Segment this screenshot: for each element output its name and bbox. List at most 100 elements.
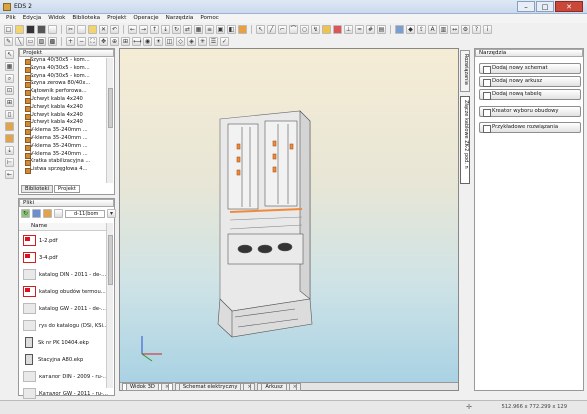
close-tab-icon[interactable]: × <box>243 383 252 391</box>
page-icon[interactable]: ▯ <box>5 110 14 119</box>
menu-narzedzia[interactable]: Narzędzia <box>166 14 194 23</box>
name-column-header[interactable]: Name <box>19 223 109 231</box>
tree-item[interactable]: Szyna 40/30x5 - kom... <box>19 65 107 73</box>
tree-item[interactable]: Uchwyt kabla 4x240 <box>19 112 107 120</box>
down-arrow-icon[interactable]: ⇣ <box>5 146 14 155</box>
mirror-icon[interactable]: ⇄ <box>183 24 192 34</box>
zoom-out-icon[interactable]: − <box>77 36 86 46</box>
close-tab-icon[interactable]: × <box>160 383 169 391</box>
tab-schemat-elektryczny[interactable]: Schemat elektryczny × <box>174 383 256 391</box>
path-field[interactable]: d-11(bom <box>65 209 105 218</box>
close-tab-icon[interactable]: × <box>288 383 297 391</box>
folder-icon[interactable] <box>5 122 14 131</box>
file-item[interactable]: katalog GW - 2011 - de-... <box>19 300 109 317</box>
arrow-up-icon[interactable]: ↑ <box>150 24 159 34</box>
view-3d-icon[interactable] <box>395 24 404 34</box>
rotate-icon[interactable]: ↻ <box>172 24 181 34</box>
component-icon[interactable] <box>238 24 247 34</box>
split-icon[interactable]: ⊢ <box>5 158 14 167</box>
add-table-button[interactable]: Dodaj nową tabelę <box>479 89 581 100</box>
magnify-icon[interactable]: ⌕ <box>5 74 14 83</box>
layers-icon[interactable]: ◧ <box>227 24 236 34</box>
arrow-left-icon[interactable]: ← <box>128 24 137 34</box>
shade-icon[interactable]: ◈ <box>187 36 196 46</box>
menu-pomoc[interactable]: Pomoc <box>200 14 219 23</box>
report-icon[interactable]: ▤ <box>377 24 386 34</box>
text-tool-icon[interactable]: A <box>428 24 437 34</box>
camera-icon[interactable]: ◉ <box>143 36 152 46</box>
bom-icon[interactable]: ☰ <box>209 36 218 46</box>
hatch-icon[interactable]: ▩ <box>48 36 57 46</box>
bolt-icon[interactable] <box>322 24 331 34</box>
menu-edycja[interactable]: Edycja <box>23 14 41 23</box>
explode-icon[interactable]: ✳ <box>198 36 207 46</box>
zoom-fit-icon[interactable]: ⛶ <box>88 36 97 46</box>
ortho-icon[interactable]: ⊞ <box>121 36 130 46</box>
tree-item[interactable]: V-klema 35-240mm ... <box>19 143 107 151</box>
tree-item[interactable]: V-klema 35-240mm ... <box>19 151 107 159</box>
align-icon[interactable]: ≡ <box>205 24 214 34</box>
menu-plik[interactable]: Plik <box>6 14 16 23</box>
file-item[interactable]: 3-4.pdf <box>19 249 109 266</box>
arrow-right-icon[interactable]: → <box>139 24 148 34</box>
file-item[interactable]: rys do katalogu (DSi, KSi... <box>19 317 109 334</box>
group-icon[interactable]: ▣ <box>216 24 225 34</box>
pencil-icon[interactable]: ✎ <box>4 36 13 46</box>
new-icon[interactable]: □ <box>4 24 13 34</box>
paste-icon[interactable] <box>88 24 97 34</box>
zoom-window-icon[interactable]: ⊡ <box>5 86 14 95</box>
measure-icon[interactable]: ⟷ <box>132 36 142 46</box>
example-solutions-button[interactable]: Przykładowe rozwiązania <box>479 122 581 133</box>
close-button[interactable]: ✕ <box>555 1 583 12</box>
check-icon[interactable]: ✓ <box>220 36 229 46</box>
drive-icon[interactable] <box>54 209 63 218</box>
symbol-icon[interactable] <box>333 24 342 34</box>
pointer-icon[interactable]: ↖ <box>5 50 14 59</box>
tree-item[interactable]: Uchwyt kabla 4x240 <box>19 104 107 112</box>
minimize-button[interactable]: – <box>517 1 535 12</box>
dimension-icon[interactable]: ↔ <box>450 24 459 34</box>
files-scrollbar[interactable] <box>106 223 113 388</box>
circle-icon[interactable]: ○ <box>300 24 309 34</box>
menu-operacje[interactable]: Operacje <box>133 14 158 23</box>
open-icon[interactable] <box>15 24 24 34</box>
grid-view-icon[interactable]: ▦ <box>5 62 14 71</box>
tree-item[interactable]: Kątownik perforowa... <box>19 88 107 96</box>
tab-biblioteki[interactable]: Biblioteki <box>21 185 54 193</box>
maximize-button[interactable]: □ <box>536 1 554 12</box>
undo-icon[interactable]: ↶ <box>110 24 119 34</box>
refresh-icon[interactable]: ↻ <box>21 209 30 218</box>
tab-projekt[interactable]: Projekt <box>54 185 80 193</box>
tree-item[interactable]: Listwa sprzęgłowa 4... <box>19 166 107 174</box>
info-icon[interactable]: i <box>483 24 492 34</box>
polyline-icon[interactable]: ⌐ <box>278 24 287 34</box>
project-scrollbar[interactable] <box>106 58 113 183</box>
home-icon[interactable] <box>32 209 41 218</box>
cut-icon[interactable]: ✂ <box>66 24 75 34</box>
scrollbar-thumb[interactable] <box>108 88 113 128</box>
pan-icon[interactable]: ✥ <box>99 36 108 46</box>
scrollbar-thumb[interactable] <box>108 235 113 285</box>
arrow-down-icon[interactable]: ↓ <box>161 24 170 34</box>
menu-biblioteka[interactable]: Biblioteka <box>72 14 100 23</box>
delete-icon[interactable]: ✕ <box>99 24 108 34</box>
connect-icon[interactable]: ↯ <box>311 24 320 34</box>
tab-arkusz[interactable]: Arkusz × <box>257 383 301 391</box>
viewport-3d[interactable] <box>120 49 458 383</box>
file-item[interactable]: Stacyjna A80.ekp <box>19 351 109 368</box>
tree-item[interactable]: Uchwyt kabla 4x240 <box>19 119 107 128</box>
tree-item[interactable]: Szyna 40/30x5 - kom... <box>19 73 107 81</box>
snap-icon[interactable]: ⊕ <box>110 36 119 46</box>
table-icon[interactable]: ▥ <box>439 24 448 34</box>
file-item[interactable]: Sk nr PK 10404.ekp <box>19 334 109 351</box>
terminal-icon[interactable]: ⊥ <box>344 24 353 34</box>
help-icon[interactable]: ? <box>472 24 481 34</box>
file-item[interactable]: каталог DIN - 2009 - ru-... <box>19 368 109 385</box>
zoom-in-icon[interactable]: + <box>66 36 75 46</box>
settings-icon[interactable]: ⚙ <box>461 24 470 34</box>
tree-item[interactable]: V-klema 35-240mm ... <box>19 135 107 143</box>
tab-zlacze-kablowe[interactable]: Złącze kablowe ZK-2 pod. n <box>460 96 470 184</box>
line-icon[interactable]: ╲ <box>15 36 24 46</box>
tab-rozwiazania[interactable]: Rozwiązania <box>460 50 470 92</box>
file-item[interactable]: katalog obudów termou... <box>19 283 109 300</box>
